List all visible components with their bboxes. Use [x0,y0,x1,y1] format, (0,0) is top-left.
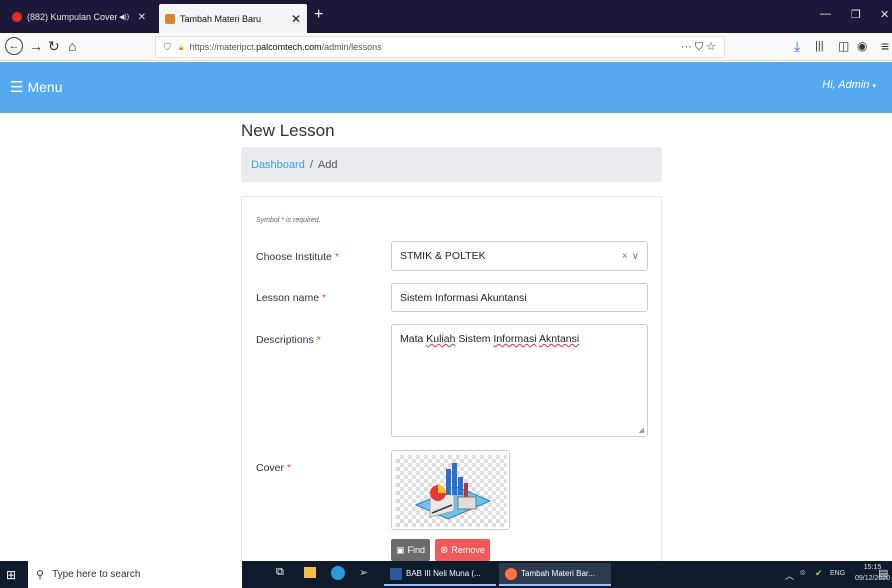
descriptions-label: Descriptions * [256,334,321,346]
url-path: /admin/lessons [321,42,382,52]
lock-icon: 🔒︎ [178,41,184,52]
required-star: * [286,462,292,474]
library-icon[interactable]: ||| [815,38,824,54]
required-star: * [334,251,339,263]
accounting-illustration-icon [414,463,492,520]
audio-icon[interactable]: ◀)) [119,13,129,21]
descriptions-textarea[interactable]: Mata Kuliah Sistem Informasi Akntansi ◢ [391,324,648,437]
search-placeholder: Type here to search [52,569,141,580]
taskbar-app-word[interactable]: BAB III Neli Muna (... [384,563,496,586]
taskbar-search[interactable]: ⚲ Type here to search [28,561,242,588]
taskbar-app-firefox[interactable]: Tambah Materi Bar... [499,563,611,586]
tab-label: (882) Kumpulan Cover Lagu [27,12,117,22]
label-text: Descriptions [256,334,314,346]
desc-text: Mata [400,333,427,345]
close-tab-icon[interactable]: ✕ [135,12,146,23]
resize-handle-icon[interactable]: ◢ [639,426,644,434]
home-icon[interactable]: ⌂ [68,38,76,54]
required-star: * [316,334,321,346]
note-text: Symbol [256,217,280,224]
tray-app-icon[interactable]: ✔ [815,568,823,579]
shield-icon: ⛉ [164,41,171,52]
user-menu[interactable]: Hi, Admin ▾ [822,79,876,91]
desc-text: Informasi [493,333,537,345]
windows-start-icon[interactable]: ⊞ [6,568,16,582]
label-text: Choose Institute [256,251,332,263]
notification-icon[interactable]: ▤ [878,567,888,580]
find-label: Find [407,545,426,555]
forward-icon[interactable]: → [29,38,43,54]
taskbar-app-label: BAB III Neli Muna (... [406,569,481,578]
word-icon [390,567,402,580]
greeting-text: Hi, Admin [822,79,870,91]
firefox-icon [505,567,517,580]
institute-select[interactable]: STMIK & POLTEK × ∨ [391,241,648,271]
breadcrumb-current: Add [317,158,338,171]
restore-button[interactable]: ❐ [851,8,861,21]
caret-down-icon: ▾ [872,83,876,90]
breadcrumb-separator: / [309,158,313,171]
tab-kumpulan-cover[interactable]: (882) Kumpulan Cover Lagu ◀)) ✕ [6,5,152,29]
cover-image [391,450,510,530]
app-icon[interactable]: ➢ [359,566,368,579]
address-bar[interactable]: ⛉ 🔒︎ https://materipct. palcomtech.com/ad… [155,36,725,58]
extension-icon[interactable]: ◉ [857,38,867,54]
back-icon[interactable]: ← [5,37,23,55]
find-button[interactable]: ▣ Find [391,539,431,561]
reload-icon[interactable]: ↻ [48,38,60,54]
remove-label: Remove [451,545,485,555]
close-window-button[interactable]: ✕ [880,8,889,21]
taskbar-app-label: Tambah Materi Bar... [521,569,595,578]
label-text: Cover [256,462,285,474]
lesson-name-value: Sistem Informasi Akuntansi [400,291,527,304]
sidebar-icon[interactable]: ◫ [838,38,849,54]
chevron-down-icon[interactable]: ∨ [632,251,639,262]
required-star: * [321,292,327,304]
desc-text: Kuliah [426,333,456,345]
label-text: Lesson name [256,292,320,304]
network-icon[interactable]: ⌾ [800,568,805,579]
page-title: New Lesson [241,121,335,140]
list-icon: ☰ [10,79,24,96]
download-icon[interactable]: ⤓ [794,38,800,54]
remove-icon: ⊗ [440,544,449,556]
edge-icon[interactable] [331,566,345,580]
institute-label: Choose Institute * [256,251,339,263]
breadcrumb: Dashboard / Add [241,147,662,182]
hamburger-menu-icon[interactable]: ≡ [881,38,889,54]
menu-label: Menu [27,79,63,95]
required-note: Symbol * is required. [256,217,321,224]
tray-chevron-icon[interactable]: ︿ [785,569,794,582]
clear-icon[interactable]: × [622,251,628,262]
language-indicator[interactable]: ENG [830,570,845,577]
new-tab-button[interactable]: + [314,6,323,24]
app-header [0,62,892,113]
breadcrumb-dashboard-link[interactable]: Dashboard [251,159,305,171]
youtube-icon [12,12,22,22]
remove-button[interactable]: ⊗ Remove [435,539,490,561]
lesson-name-label: Lesson name * [256,292,326,304]
minimize-button[interactable]: — [820,8,831,20]
desc-text: Sistem [455,333,494,345]
search-icon: ⚲ [36,569,45,581]
page-actions-icon[interactable]: ··· ⛉ ☆ [681,40,716,54]
note-text: is required. [285,217,321,224]
url-host: palcomtech.com [256,42,322,52]
required-star: * [281,217,285,224]
close-tab-icon[interactable]: ✕ [283,12,301,26]
menu-toggle[interactable]: ☰ Menu [10,78,62,96]
lesson-name-input[interactable]: Sistem Informasi Akuntansi [391,283,648,312]
site-favicon-icon [165,13,175,24]
tab-tambah-materi[interactable]: Tambah Materi Baru ✕ [159,4,307,33]
tab-label: Tambah Materi Baru [180,13,262,24]
desc-text: Akntansi [538,333,580,345]
cover-label: Cover * [256,462,291,474]
institute-value: STMIK & POLTEK [400,250,486,262]
image-icon: ▣ [396,544,405,555]
file-explorer-icon[interactable] [304,567,316,578]
task-view-icon[interactable]: ⧉ [276,566,284,579]
url-prefix: https://materipct. [189,42,257,52]
